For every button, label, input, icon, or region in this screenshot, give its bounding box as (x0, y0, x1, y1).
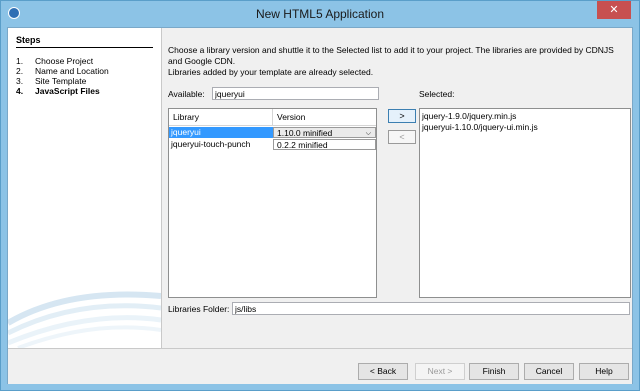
step-javascript-files: 4. JavaScript Files (16, 86, 100, 96)
version-cell[interactable]: 0.2.2 minified (273, 139, 376, 150)
library-cell[interactable]: jqueryui-touch-punch (169, 139, 273, 150)
step-site-template: 3. Site Template (16, 76, 87, 86)
available-search-input[interactable] (212, 87, 379, 100)
version-value: 1.10.0 minified (277, 128, 333, 138)
selected-list[interactable]: jquery-1.9.0/jquery.min.js jqueryui-1.10… (419, 108, 631, 298)
swoosh-decoration (8, 291, 161, 348)
available-label: Available: (168, 89, 205, 99)
dialog-body: Steps 1. Choose Project 2. Name and Locati… (7, 27, 633, 384)
back-button[interactable]: < Back (358, 363, 408, 380)
add-to-selected-button[interactable]: > (388, 109, 416, 123)
cancel-button[interactable]: Cancel (524, 363, 574, 380)
step-choose-project: 1. Choose Project (16, 56, 94, 66)
finish-button[interactable]: Finish (469, 363, 519, 380)
column-header-version[interactable]: Version (273, 109, 376, 126)
title-bar[interactable]: New HTML5 Application ✕ (1, 1, 639, 26)
instructions-text: Choose a library version and shuttle it … (168, 45, 614, 77)
chevron-down-icon[interactable]: ⌵ (366, 128, 371, 139)
column-header-library[interactable]: Library (169, 109, 273, 126)
selected-label: Selected: (419, 89, 455, 99)
next-button[interactable]: Next > (415, 363, 465, 380)
steps-heading: Steps (16, 35, 41, 45)
list-item[interactable]: jqueryui-1.10.0/jquery-ui.min.js (422, 122, 538, 132)
table-row[interactable]: jqueryui 1.10.0 minified ⌵ (169, 127, 376, 138)
libraries-folder-input[interactable] (232, 302, 630, 315)
steps-panel: Steps 1. Choose Project 2. Name and Locati… (8, 28, 162, 348)
libraries-folder-label: Libraries Folder: (168, 304, 230, 314)
dialog-window: New HTML5 Application ✕ Steps 1. Choose P… (0, 0, 640, 391)
close-button[interactable]: ✕ (597, 1, 631, 19)
steps-divider (16, 47, 153, 48)
window-title: New HTML5 Application (255, 7, 385, 21)
remove-from-selected-button[interactable]: < (388, 130, 416, 144)
list-item[interactable]: jquery-1.9.0/jquery.min.js (422, 111, 516, 121)
library-table[interactable]: Library Version jqueryui 1.10.0 minified… (168, 108, 377, 298)
library-cell[interactable]: jqueryui (169, 127, 273, 138)
main-panel: Choose a library version and shuttle it … (168, 28, 634, 348)
help-button[interactable]: Help (579, 363, 629, 380)
table-row[interactable]: jqueryui-touch-punch 0.2.2 minified (169, 139, 376, 150)
version-dropdown[interactable]: 1.10.0 minified ⌵ (273, 127, 376, 138)
button-bar: < Back Next > Finish Cancel Help (8, 348, 632, 384)
step-name-location: 2. Name and Location (16, 66, 109, 76)
